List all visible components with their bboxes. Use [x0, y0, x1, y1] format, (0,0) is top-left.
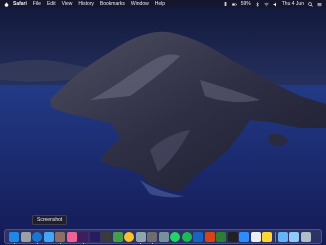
chrome-icon[interactable] — [124, 232, 134, 242]
powerpoint-icon[interactable] — [204, 232, 215, 242]
quicktime-icon[interactable] — [101, 232, 111, 242]
menu-history[interactable]: History — [78, 0, 94, 8]
after-effects-icon[interactable] — [89, 232, 100, 242]
volume-icon[interactable] — [273, 2, 278, 7]
battery-percent: 59% — [240, 1, 251, 7]
status-area: 59% Thu 4 Jun — [223, 0, 322, 8]
calendar-icon[interactable] — [250, 232, 261, 242]
menu-extra-icon[interactable] — [317, 2, 322, 7]
notes-icon[interactable] — [262, 232, 272, 242]
downloads-folder-icon[interactable] — [277, 232, 288, 242]
dropbox-icon[interactable] — [223, 1, 228, 7]
zoom-icon[interactable] — [239, 232, 249, 242]
menu-file[interactable]: File — [33, 0, 41, 8]
wallpaper-catalina-island — [0, 0, 326, 245]
spotify-icon[interactable] — [181, 232, 192, 242]
running-indicator — [59, 243, 61, 244]
menu-view[interactable]: View — [62, 0, 73, 8]
trash-icon[interactable] — [300, 232, 311, 242]
dock-separator — [274, 232, 276, 242]
apple-menu-icon[interactable] — [4, 1, 9, 7]
menu-edit[interactable]: Edit — [47, 0, 56, 8]
wifi-icon[interactable] — [263, 2, 269, 7]
running-indicator — [140, 243, 141, 244]
premiere-icon[interactable] — [78, 232, 88, 242]
bluetooth-icon[interactable] — [255, 1, 260, 7]
excel-icon[interactable] — [216, 232, 226, 242]
running-indicator — [13, 243, 15, 244]
menu-bookmarks[interactable]: Bookmarks — [100, 0, 125, 8]
facetime-icon[interactable] — [112, 232, 123, 242]
system-preferences-icon[interactable] — [158, 232, 169, 242]
safari-icon[interactable] — [32, 232, 42, 242]
menu-bar: Safari File Edit View History Bookmarks … — [0, 0, 326, 8]
running-indicator — [151, 243, 153, 244]
menu-app-name[interactable]: Safari — [13, 0, 27, 8]
mail-icon[interactable] — [43, 232, 54, 242]
desktop: Safari File Edit View History Bookmarks … — [0, 0, 326, 245]
preview-icon[interactable] — [135, 232, 146, 242]
photos-icon[interactable] — [66, 232, 77, 242]
whatsapp-icon[interactable] — [170, 232, 180, 242]
menu-window[interactable]: Window — [131, 0, 149, 8]
launchpad-icon[interactable] — [20, 232, 31, 242]
terminal-icon[interactable] — [227, 232, 238, 242]
finder-icon[interactable] — [9, 232, 19, 242]
dock — [4, 229, 322, 244]
screenshot-icon[interactable] — [147, 232, 157, 242]
menu-help[interactable]: Help — [155, 0, 165, 8]
running-indicator — [82, 243, 84, 244]
battery-icon[interactable] — [231, 2, 237, 7]
word-icon[interactable] — [193, 232, 203, 242]
contacts-icon[interactable] — [55, 232, 65, 242]
spotlight-icon[interactable] — [308, 1, 313, 7]
dock-tooltip: Screenshot — [32, 215, 68, 225]
documents-folder-icon[interactable] — [289, 232, 299, 242]
clock[interactable]: Thu 4 Jun — [282, 0, 304, 8]
running-indicator — [36, 243, 38, 244]
